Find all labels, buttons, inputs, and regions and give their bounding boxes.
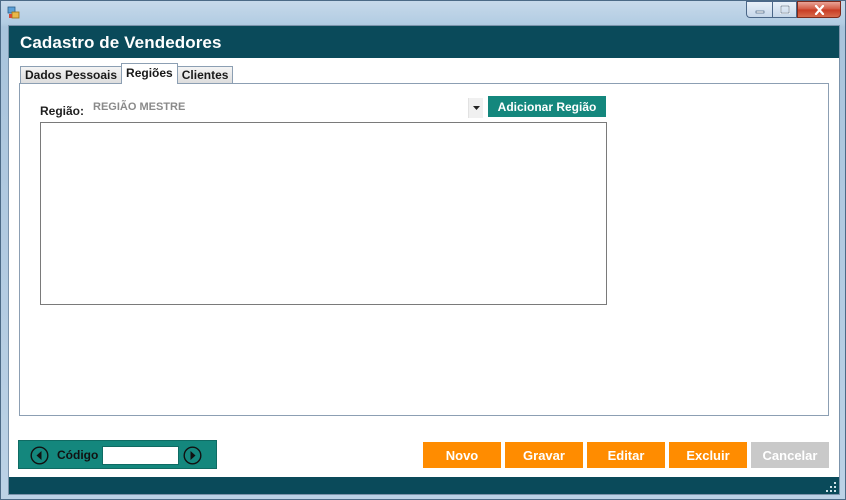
minimize-icon [755,10,764,13]
chevron-down-icon [472,106,480,110]
region-list[interactable] [40,122,607,305]
novo-button[interactable]: Novo [423,442,501,468]
tab-dados-pessoais[interactable]: Dados Pessoais [20,66,123,84]
page-title: Cadastro de Vendedores [20,33,222,52]
tab-strip: Dados Pessoais Regiões Clientes [20,63,234,84]
title-bar[interactable] [1,1,846,25]
maximize-icon [779,5,790,14]
action-bar: Novo Gravar Editar Excluir Cancelar [9,442,839,468]
window-frame: Cadastro de Vendedores Dados Pessoais Re… [0,0,846,500]
resize-grip-icon[interactable] [826,482,836,492]
gravar-button[interactable]: Gravar [505,442,583,468]
tab-clientes[interactable]: Clientes [176,66,234,84]
tab-regioes[interactable]: Regiões [121,63,178,84]
cancelar-button[interactable]: Cancelar [751,442,829,468]
excluir-button[interactable]: Excluir [669,442,747,468]
dropdown-button[interactable] [468,98,483,118]
editar-button[interactable]: Editar [587,442,665,468]
close-button[interactable] [797,1,841,18]
maximize-button[interactable] [772,1,797,18]
status-bar [9,477,839,494]
regiao-label: Região: [40,104,85,118]
client-area: Cadastro de Vendedores Dados Pessoais Re… [8,25,840,495]
regiao-combobox[interactable]: REGIÃO MESTRE [87,98,483,118]
window-controls [746,1,841,19]
tab-panel-regioes: Região: REGIÃO MESTRE Adicionar Região [19,83,829,416]
add-region-button[interactable]: Adicionar Região [488,96,606,117]
header-band: Cadastro de Vendedores [9,26,839,58]
regiao-selected-value: REGIÃO MESTRE [93,101,186,113]
minimize-button[interactable] [746,1,772,18]
app-icon [7,6,20,19]
close-icon [814,4,824,15]
